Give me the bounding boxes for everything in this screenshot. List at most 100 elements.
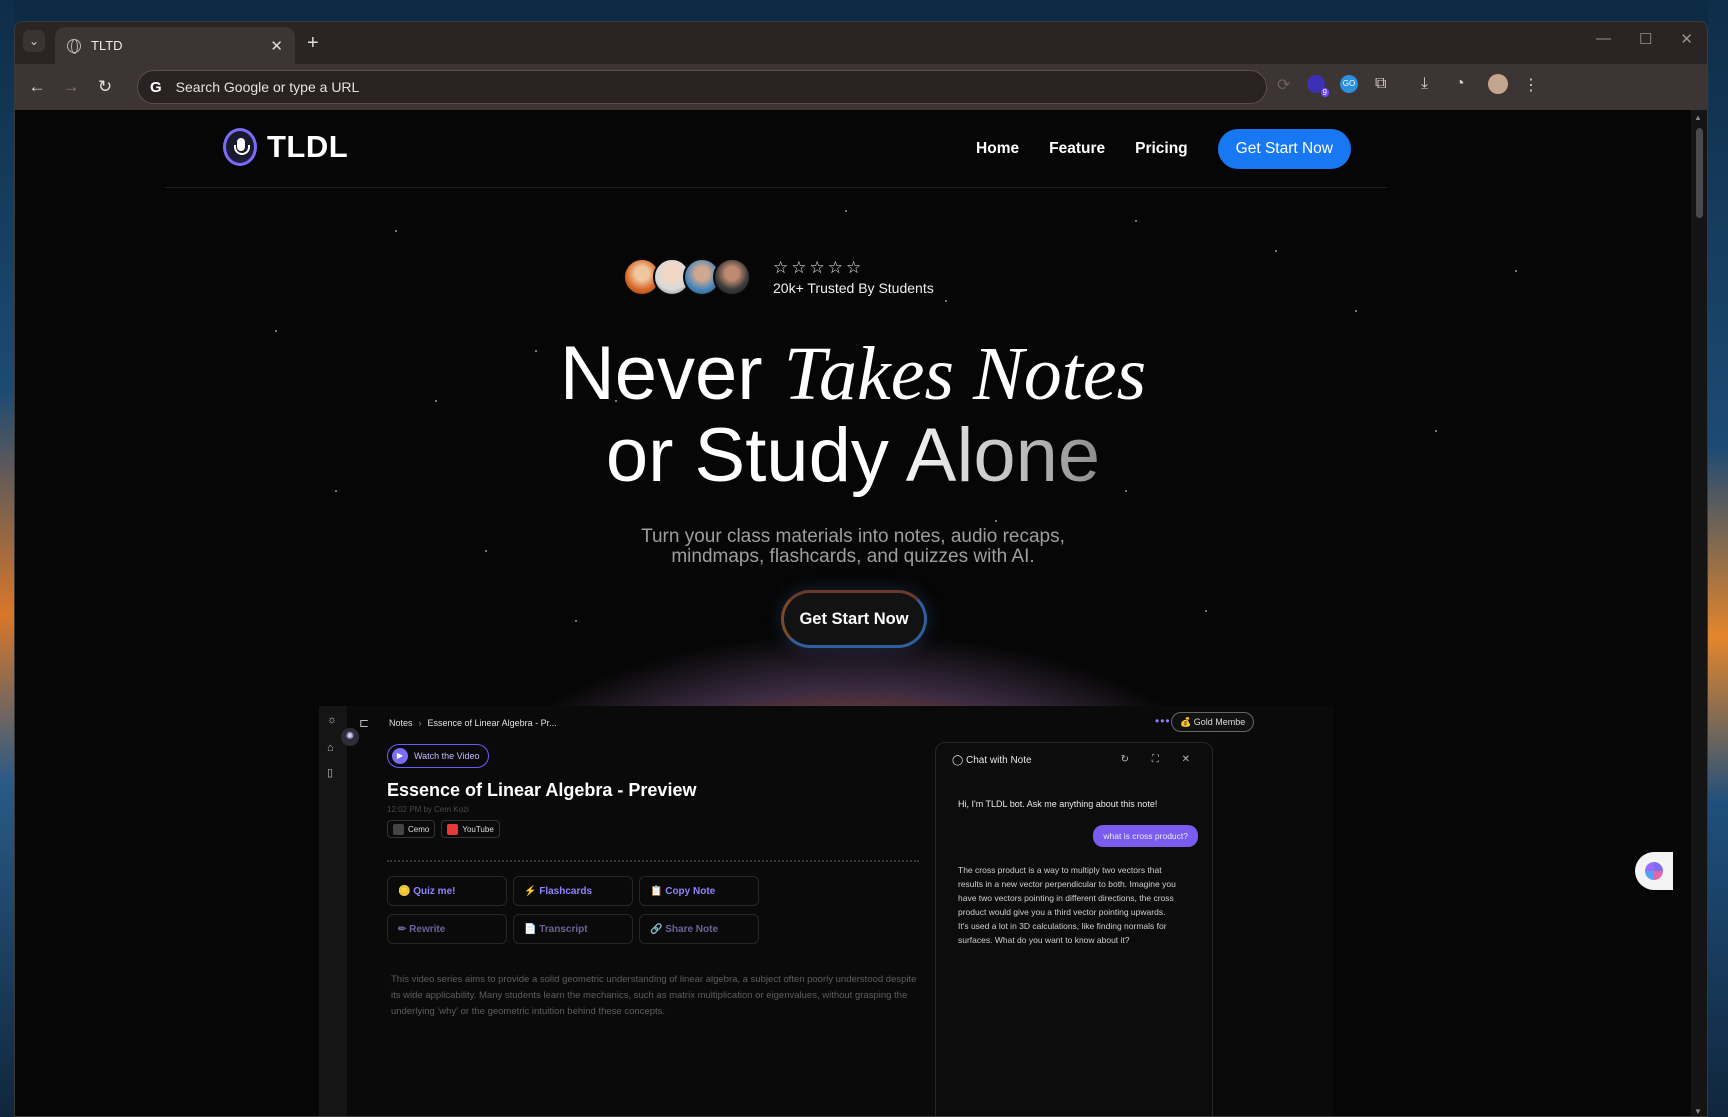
star-dot bbox=[1275, 250, 1277, 252]
tag-cemo[interactable]: Cemo bbox=[387, 820, 436, 838]
watch-video-button[interactable]: ▶ Watch the Video bbox=[387, 744, 489, 768]
brand-name: TLDL bbox=[267, 129, 349, 164]
tab-tltd[interactable]: TLTD ✕ bbox=[55, 27, 295, 64]
star-rating-icon: ☆☆☆☆☆ bbox=[773, 258, 865, 277]
site-nav-menu: Home Feature Pricing Get Start Now bbox=[976, 129, 1387, 169]
floating-assistant-button[interactable] bbox=[1635, 852, 1673, 890]
maximize-button[interactable]: ☐ bbox=[1639, 30, 1652, 48]
membership-badge[interactable]: 💰 Gold Membe bbox=[1171, 712, 1255, 732]
page-scrollbar[interactable]: ▲ ▼ bbox=[1691, 110, 1707, 1116]
chat-panel: ◯ Chat with Note ↻ ⛶ ✕ Hi, I'm TLDL bot.… bbox=[935, 742, 1213, 1116]
new-tab-button[interactable]: + bbox=[307, 32, 319, 55]
trusted-by-label: 20k+ Trusted By Students bbox=[773, 280, 934, 296]
nav-pricing[interactable]: Pricing bbox=[1135, 140, 1188, 158]
star-dot bbox=[1205, 610, 1207, 612]
hero-get-start-button[interactable]: Get Start Now bbox=[781, 590, 927, 648]
chat-controls-icon[interactable]: ↻ ⛶ ✕ bbox=[1121, 754, 1200, 765]
google-icon: G bbox=[150, 78, 162, 96]
note-tags: Cemo YouTube bbox=[387, 820, 500, 838]
app-preview: ☼ ⌂ ▯ ✺ ⊏ Notes › Essence of Linear Algebr… bbox=[319, 706, 1333, 1116]
nav-feature[interactable]: Feature bbox=[1049, 140, 1105, 158]
note-actions: 🪙 Quiz me! ⚡ Flashcards 📋 Copy Note ✏ Re… bbox=[387, 876, 759, 944]
sun-icon[interactable]: ☼ bbox=[327, 714, 337, 726]
rewrite-button[interactable]: ✏ Rewrite bbox=[387, 914, 507, 944]
scrollbar-thumb[interactable] bbox=[1696, 128, 1703, 218]
extension-cloud-icon[interactable]: GO bbox=[1340, 75, 1358, 93]
desktop-wallpaper-left bbox=[0, 0, 14, 1117]
tag-youtube[interactable]: YouTube bbox=[441, 820, 500, 838]
profile-avatar-icon[interactable] bbox=[1488, 74, 1508, 94]
browser-toolbar: ← → ↻ G Search Google or type a URL ⟳ 9 … bbox=[15, 64, 1707, 110]
globe-icon bbox=[67, 38, 81, 54]
page-viewport: TLDL Home Feature Pricing Get Start Now … bbox=[15, 110, 1691, 1116]
music-icon[interactable]: ◔ bbox=[1455, 75, 1465, 93]
student-avatars bbox=[623, 258, 751, 296]
ask-icon[interactable]: ⟳ bbox=[1277, 75, 1290, 95]
forward-button[interactable]: → bbox=[59, 77, 83, 97]
hero-subtitle-line2: mindmaps, flashcards, and quizzes with A… bbox=[671, 546, 1035, 567]
breadcrumb-separator: › bbox=[418, 718, 422, 728]
bot-answer: The cross product is a way to multiply t… bbox=[958, 865, 1176, 945]
address-bar[interactable]: G Search Google or type a URL bbox=[137, 70, 1267, 104]
play-icon: ▶ bbox=[392, 748, 408, 764]
avatar bbox=[713, 258, 751, 296]
user-message: what is cross product? bbox=[1093, 825, 1198, 847]
note-body: This video series aims to provide a soli… bbox=[391, 974, 917, 1017]
transcript-button[interactable]: 📄 Transcript bbox=[513, 914, 633, 944]
brain-widget-icon bbox=[1645, 862, 1663, 880]
note-meta: 12:02 PM by Cem Kozi bbox=[387, 805, 469, 814]
brain-icon[interactable]: ✺ bbox=[341, 728, 359, 746]
share-note-button[interactable]: 🔗 Share Note bbox=[639, 914, 759, 944]
download-icon[interactable]: ⤓ bbox=[1421, 75, 1428, 93]
microphone-logo-icon bbox=[223, 128, 257, 166]
home-icon[interactable]: ⌂ bbox=[327, 742, 334, 754]
site-logo[interactable]: TLDL bbox=[223, 128, 348, 166]
more-options-icon[interactable]: ••• bbox=[1155, 714, 1171, 728]
flashcards-button[interactable]: ⚡ Flashcards bbox=[513, 876, 633, 906]
trust-badge: ☆☆☆☆☆ 20k+ Trusted By Students bbox=[623, 258, 934, 296]
headline-alone: Alone bbox=[905, 413, 1101, 498]
star-dot bbox=[845, 210, 847, 212]
tag-label: Cemo bbox=[408, 824, 430, 834]
star-dot bbox=[1515, 270, 1517, 272]
scroll-up-icon[interactable]: ▲ bbox=[1694, 113, 1702, 122]
breadcrumb-notes[interactable]: Notes bbox=[389, 718, 413, 728]
puzzle-icon[interactable]: ⧉ bbox=[1375, 75, 1386, 93]
site-header: TLDL Home Feature Pricing Get Start Now bbox=[165, 110, 1387, 188]
hero-subtitle: Turn your class materials into notes, au… bbox=[15, 527, 1691, 567]
star-dot bbox=[1135, 220, 1137, 222]
watch-video-label: Watch the Video bbox=[414, 751, 480, 761]
tab-close-icon[interactable]: ✕ bbox=[270, 37, 283, 55]
copy-note-button[interactable]: 📋 Copy Note bbox=[639, 876, 759, 906]
star-dot bbox=[395, 230, 397, 232]
star-dot bbox=[945, 300, 947, 302]
tab-search-button[interactable]: ⌄ bbox=[23, 30, 45, 52]
star-dot bbox=[995, 520, 997, 522]
reload-button[interactable]: ↻ bbox=[93, 77, 117, 97]
desktop-wallpaper-right bbox=[1708, 0, 1728, 1117]
extension-9-icon[interactable]: 9 bbox=[1307, 75, 1329, 97]
star-dot bbox=[1355, 310, 1357, 312]
scroll-down-icon[interactable]: ▼ bbox=[1694, 1107, 1702, 1116]
nav-home[interactable]: Home bbox=[976, 140, 1019, 158]
hero-headline-line2: or Study Alone bbox=[15, 414, 1691, 498]
chat-title-label: Chat with Note bbox=[965, 755, 1032, 766]
dotted-divider bbox=[387, 860, 919, 862]
note-title: Essence of Linear Algebra - Preview bbox=[387, 780, 697, 800]
chat-title: ◯ Chat with Note bbox=[952, 755, 1032, 766]
panel-toggle-icon[interactable]: ⊏ bbox=[359, 716, 369, 730]
back-button[interactable]: ← bbox=[25, 77, 49, 97]
breadcrumb-current: Essence of Linear Algebra - Pr... bbox=[427, 718, 557, 728]
book-icon[interactable]: ▯ bbox=[327, 766, 333, 779]
quiz-button[interactable]: 🪙 Quiz me! bbox=[387, 876, 507, 906]
kebab-menu-icon[interactable]: ⋮ bbox=[1523, 75, 1539, 95]
headline-word-never: Never bbox=[559, 331, 763, 416]
hero-subtitle-line1: Turn your class materials into notes, au… bbox=[641, 526, 1065, 547]
hero-headline-line1: Never Takes Notes bbox=[15, 331, 1691, 417]
tag-label: YouTube bbox=[462, 824, 494, 834]
minimize-button[interactable]: — bbox=[1596, 30, 1611, 48]
youtube-icon bbox=[447, 823, 459, 835]
close-window-button[interactable]: ✕ bbox=[1680, 30, 1693, 48]
star-dot bbox=[575, 620, 577, 622]
nav-get-start-button[interactable]: Get Start Now bbox=[1217, 129, 1351, 169]
